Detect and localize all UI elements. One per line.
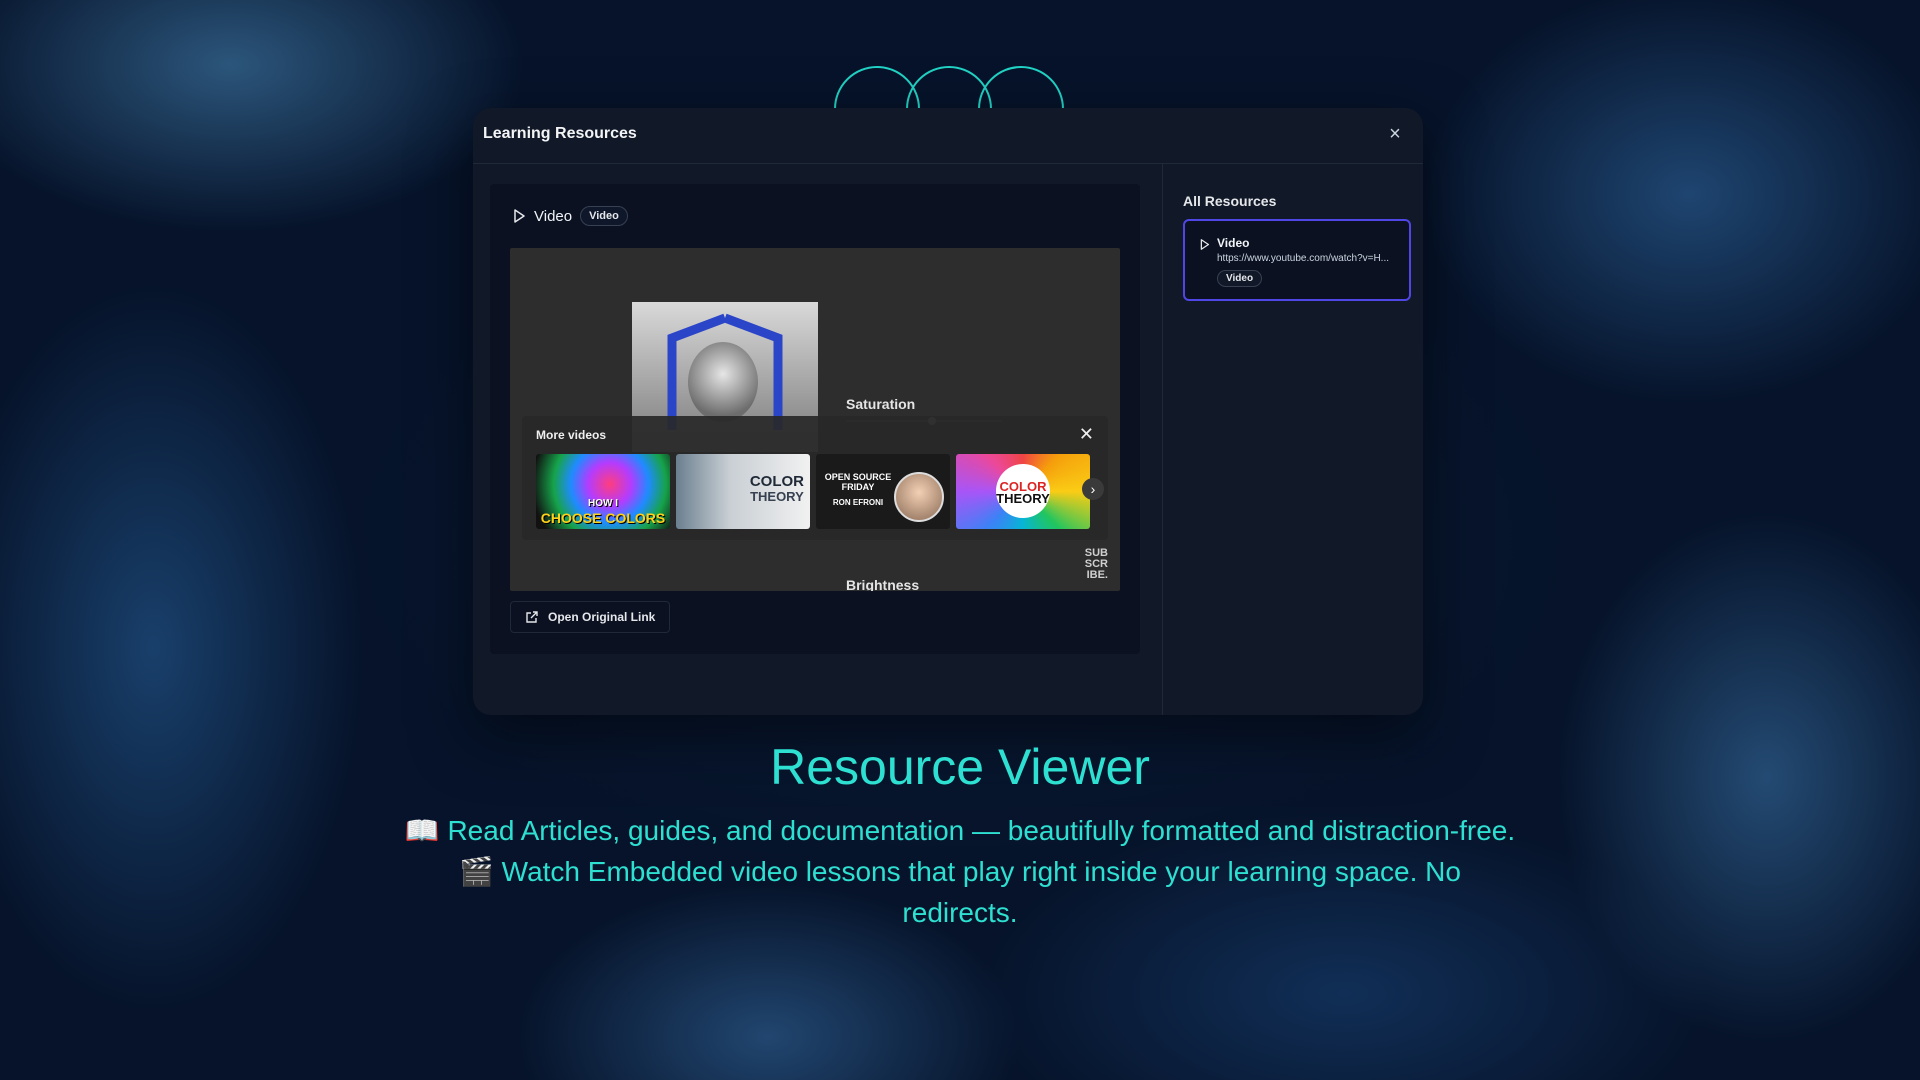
more-videos-overlay: More videos ✕ HOW I CHOOSE COLORS COLOR TH… [522,416,1108,540]
play-icon [514,209,525,223]
close-dialog-button[interactable]: × [1383,122,1407,146]
dialog-header: Learning Resources × [473,108,1423,164]
avatar [894,472,944,522]
all-resources-sidebar: All Resources Video https://www.youtube.… [1162,163,1423,715]
video-thumbnail-3[interactable]: OPEN SOURCE FRIDAY RON EFRONI [816,454,950,529]
embedded-video-player[interactable]: Saturation Brightness SUB SCR IBE. More … [510,248,1120,591]
thumbnail-caption: HOW I CHOOSE COLORS [540,498,666,526]
feature-title: Resource Viewer [770,739,1150,795]
play-icon [1200,239,1210,250]
person-image [688,342,758,422]
brightness-label: Brightness [846,577,920,591]
external-link-icon [526,610,538,623]
more-videos-thumbnails: HOW I CHOOSE COLORS COLOR THEORY OPEN SOUR… [536,454,1090,529]
saturation-label: Saturation [846,396,916,412]
video-title: Video [534,207,573,225]
thumbnail-badge-circle: COLOR THEORY [996,464,1050,518]
resource-name: Video [1217,236,1250,250]
resource-url: https://www.youtube.com/watch?v=H... [1217,253,1390,264]
open-original-link-button[interactable]: Open Original Link [510,601,671,633]
open-original-link-label: Open Original Link [548,610,656,624]
resource-item-video[interactable]: Video https://www.youtube.com/watch?v=H.… [1183,219,1411,301]
learning-resources-dialog: Learning Resources × Video Video Saturat… [473,108,1423,715]
feature-line-read: 📖 Read Articles, guides, and documentati… [404,815,1516,846]
thumbnail-caption: COLOR THEORY [996,479,1050,506]
sidebar-title: All Resources [1183,193,1277,209]
feature-line-watch: 🎬 Watch Embedded video lessons that play… [459,856,1461,928]
video-thumbnail-4[interactable]: COLOR THEORY [956,454,1090,529]
dialog-title: Learning Resources [483,125,637,142]
thumbnail-caption: OPEN SOURCE FRIDAY RON EFRONI [824,472,892,507]
close-more-videos-button[interactable]: ✕ [1079,424,1094,445]
feature-description: 📖 Read Articles, guides, and documentati… [400,810,1520,933]
more-videos-title: More videos [536,428,607,442]
video-thumbnail-2[interactable]: COLOR THEORY [676,454,810,529]
resource-type-badge: Video [1217,270,1263,287]
video-thumbnail-1[interactable]: HOW I CHOOSE COLORS [536,454,670,529]
next-videos-button[interactable]: › [1082,478,1104,500]
resource-viewer-panel: Video Video Saturation Brightness SUB SC… [490,184,1140,654]
thumbnail-caption: COLOR THEORY [749,473,804,504]
video-type-badge: Video [580,206,628,226]
video-header: Video Video [512,206,628,226]
subscribe-watermark: SUB SCR IBE. [1084,547,1108,581]
